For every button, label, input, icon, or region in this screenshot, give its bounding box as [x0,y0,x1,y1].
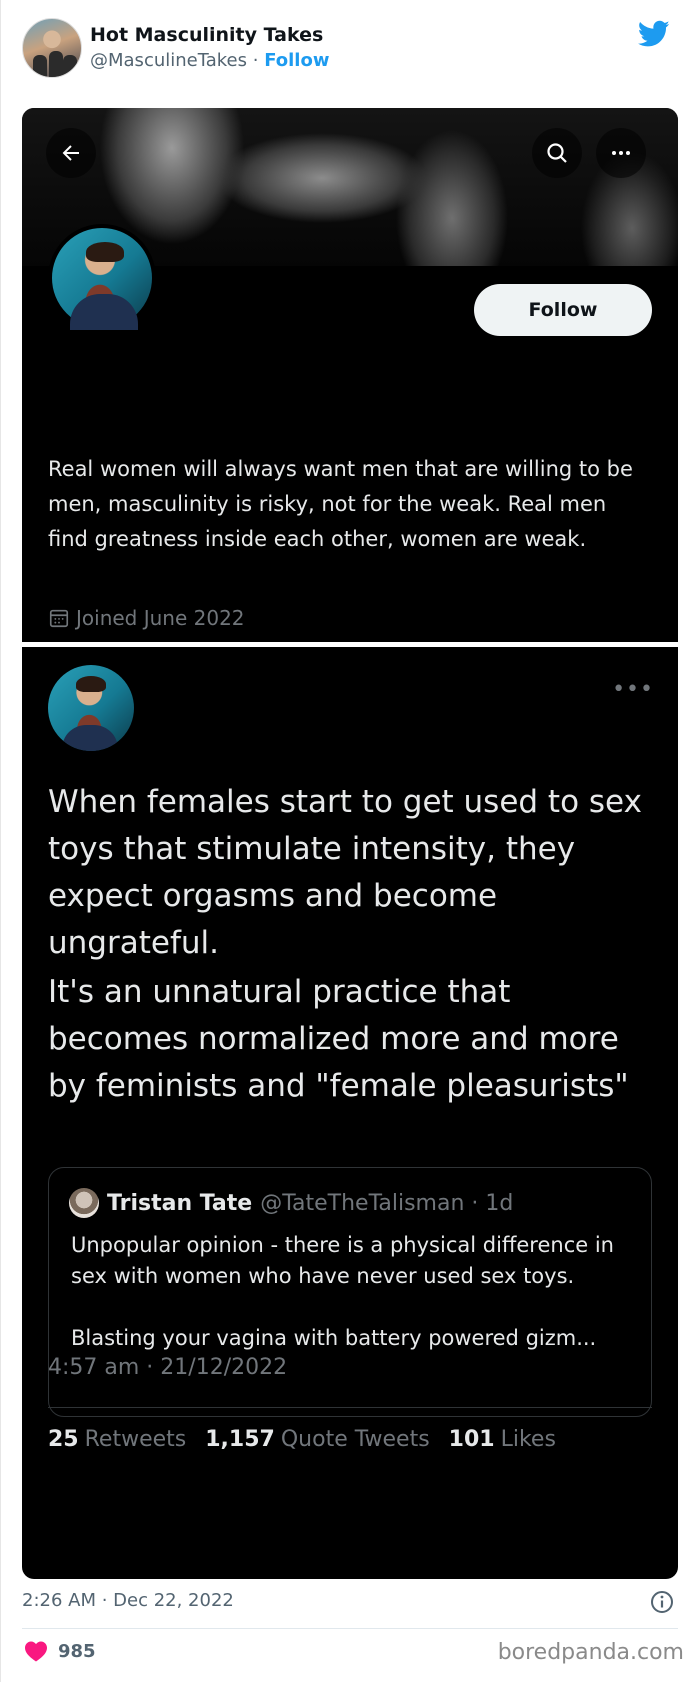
profile-bio: Real women will always want men that are… [48,457,633,551]
tweet-timestamp[interactable]: 4:57 am · 21/12/2022 [48,1355,287,1380]
account-handle[interactable]: @MasculineTakes [90,50,247,71]
quoted-paragraph-1: Unpopular opinion - there is a physical … [71,1233,614,1288]
joined-text: Joined June 2022 [76,606,245,630]
tweet-paragraph-2: It's an unnatural practice that becomes … [48,974,629,1104]
back-button[interactable] [46,128,96,178]
quoted-author-avatar [69,1188,99,1218]
left-edge [0,0,1,1682]
quote-label[interactable]: Quote Tweets [281,1427,430,1452]
separator: · [247,50,265,71]
search-icon [547,143,567,163]
like-count-stat[interactable]: 101 [449,1427,495,1452]
follow-link[interactable]: Follow [264,50,329,71]
tweet-more-icon[interactable]: ••• [612,677,654,702]
quote-count[interactable]: 1,157 [205,1427,275,1452]
quoted-author-name: Tristan Tate [107,1190,253,1216]
tweet-paragraph-1: When females start to get used to sex to… [48,784,642,961]
joined-date: Joined June 2022 [48,606,245,630]
profile-screenshot: Follow Real women will always want men t… [22,108,678,642]
heart-icon[interactable] [24,1640,48,1662]
divider [48,1407,652,1408]
quoted-author-handle: @TateTheTalisman · 1d [260,1190,514,1216]
more-button[interactable] [596,128,646,178]
more-icon [612,151,630,155]
retweet-count[interactable]: 25 [48,1427,79,1452]
like-row[interactable]: 985 [24,1640,96,1662]
account-name[interactable]: Hot Masculinity Takes [90,24,323,46]
arrow-left-icon [62,145,79,161]
search-button[interactable] [532,128,582,178]
tweet-author-avatar[interactable] [48,665,134,751]
embed-header: Hot Masculinity Takes @MasculineTakes · … [22,18,678,80]
site-watermark: boredpanda.com [497,1640,684,1665]
account-avatar[interactable] [22,18,82,78]
twitter-bird-icon[interactable] [638,20,670,48]
follow-button[interactable]: Follow [474,284,652,336]
footer-divider [22,1628,678,1629]
tweet-stats: 25 Retweets 1,157 Quote Tweets 101 Likes [48,1427,568,1452]
quoted-tweet-header: Tristan Tate @TateTheTalisman · 1d [69,1188,513,1218]
retweet-label[interactable]: Retweets [85,1427,187,1452]
profile-avatar[interactable] [48,224,156,332]
like-count: 985 [58,1640,96,1662]
embed-post-date[interactable]: 2:26 AM · Dec 22, 2022 [22,1590,234,1611]
tweet-screenshot: ••• When females start to get used to se… [22,647,678,1579]
like-label[interactable]: Likes [501,1427,556,1452]
quoted-paragraph-2: Blasting your vagina with battery powere… [71,1326,597,1350]
info-icon[interactable] [650,1590,674,1614]
account-handle-line: @MasculineTakes · Follow [90,50,329,71]
calendar-icon [49,609,69,628]
